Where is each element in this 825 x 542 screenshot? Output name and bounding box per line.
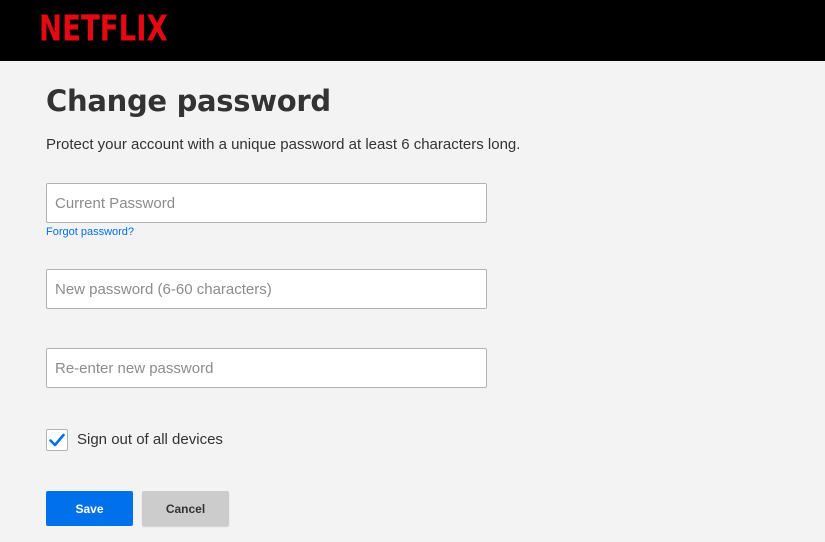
sign-out-all-checkbox[interactable] [46,428,68,451]
page-subtitle: Protect your account with a unique passw… [46,136,521,153]
page-title: Change password [46,84,331,118]
confirm-password-input[interactable] [46,348,487,388]
new-password-input[interactable] [46,269,487,309]
save-button[interactable]: Save [46,491,133,526]
netflix-logo[interactable]: NETFLIX [39,6,168,53]
cancel-button[interactable]: Cancel [142,491,229,526]
current-password-input[interactable] [46,183,487,223]
forgot-password-link[interactable]: Forgot password? [46,225,134,239]
sign-out-all-label[interactable]: Sign out of all devices [77,430,223,450]
checkmark-icon [49,433,65,446]
top-bar: NETFLIX [0,0,825,61]
sign-out-all-row: Sign out of all devices [46,427,223,452]
